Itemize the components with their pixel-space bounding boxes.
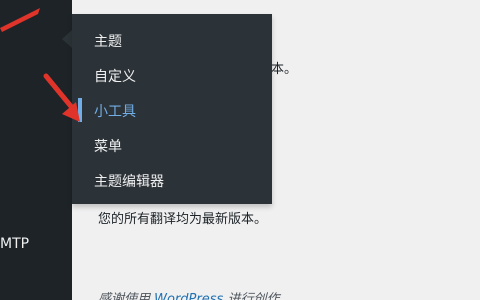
footer-thanks-text: 感谢使用 WordPress 进行创作 — [98, 288, 279, 300]
sidebar-item-smtp[interactable]: MTP — [0, 228, 72, 262]
flyout-item-label: 小工具 — [94, 104, 136, 120]
translations-status-text: 您的所有翻译均为最新版本。 — [98, 212, 268, 227]
wordpress-link[interactable]: WordPress — [154, 292, 223, 300]
flyout-item-theme-editor[interactable]: 主题编辑器 — [72, 163, 272, 197]
flyout-item-label: 主题编辑器 — [94, 174, 164, 190]
flyout-item-menus[interactable]: 菜单 — [72, 128, 272, 162]
flyout-item-label: 自定义 — [94, 69, 136, 85]
annotation-arrow-icon — [43, 73, 80, 122]
flyout-item-themes[interactable]: 主题 — [72, 23, 272, 57]
sidebar-item-label: MTP — [0, 236, 30, 252]
flyout-item-label: 菜单 — [94, 139, 122, 155]
appearance-flyout-menu: 主题 自定义 小工具 菜单 主题编辑器 — [72, 14, 272, 204]
flyout-pointer — [62, 30, 72, 48]
flyout-item-widgets[interactable]: 小工具 — [72, 93, 272, 127]
flyout-item-customize[interactable]: 自定义 — [72, 58, 272, 92]
flyout-item-label: 主题 — [94, 34, 122, 50]
